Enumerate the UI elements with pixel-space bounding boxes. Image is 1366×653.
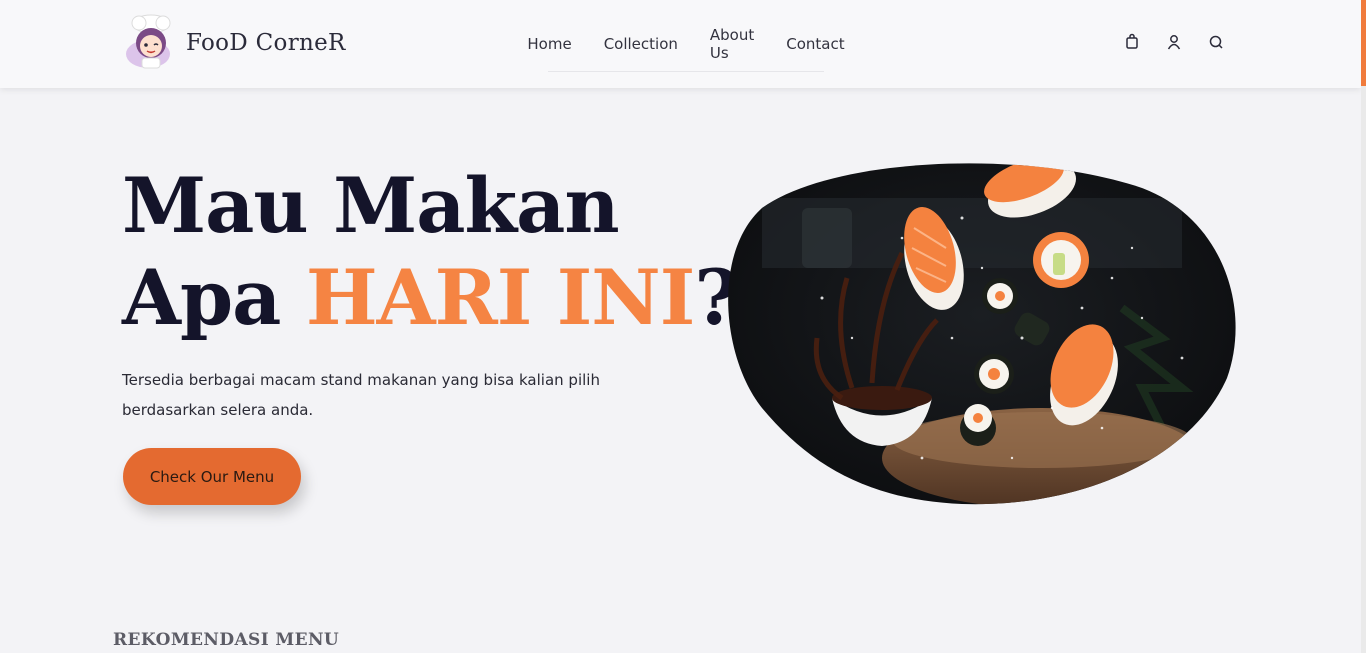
shopping-bag-icon[interactable] — [1124, 33, 1140, 51]
site-header: FooD CorneR Home Collection About Us Con… — [0, 0, 1361, 88]
chef-logo-icon — [126, 14, 171, 69]
logo[interactable]: FooD CorneR — [124, 14, 346, 72]
section-title: REKOMENDASI MENU — [113, 630, 340, 650]
nav-home[interactable]: Home — [527, 19, 571, 53]
nav-about-us[interactable]: About Us — [710, 10, 754, 62]
brand-name: FooD CorneR — [186, 30, 346, 56]
check-menu-button[interactable]: Check Our Menu — [123, 448, 301, 505]
hero-title-line2-prefix: Apa — [122, 253, 306, 342]
page: FooD CorneR Home Collection About Us Con… — [0, 0, 1366, 653]
main-nav: Home Collection About Us Contact — [527, 0, 845, 72]
scrollbar-track[interactable] — [1361, 86, 1366, 653]
nav-contact[interactable]: Contact — [786, 19, 844, 53]
sushi-photo — [728, 163, 1236, 505]
hero-title-line1: Mau Makan — [122, 161, 620, 250]
nav-collection[interactable]: Collection — [604, 19, 678, 53]
hero-description: Tersedia berbagai macam stand makanan ya… — [122, 371, 600, 419]
scrollbar-thumb[interactable] — [1361, 0, 1366, 86]
user-icon[interactable] — [1166, 33, 1182, 51]
hero-title-highlight: HARI INI — [305, 253, 695, 342]
search-icon[interactable] — [1208, 33, 1224, 51]
hero-title: Mau Makan Apa HARI INI? — [122, 160, 739, 344]
header-icons — [1124, 33, 1224, 51]
